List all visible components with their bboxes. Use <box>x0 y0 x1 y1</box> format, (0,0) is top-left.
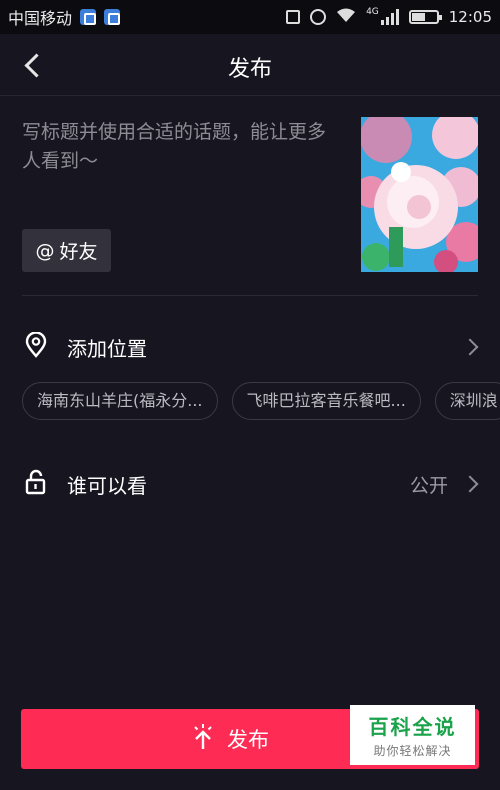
network-type: 4G <box>366 7 379 17</box>
watermark-sub-text: 助你轻松解决 <box>373 744 452 758</box>
location-suggestions: 海南东山羊庄(福永分... 飞啡巴拉客音乐餐吧... 深圳浪 <box>22 382 500 420</box>
vibrate-icon <box>286 10 301 24</box>
top-bar: 发布 <box>0 34 500 96</box>
location-chip[interactable]: 飞啡巴拉客音乐餐吧... <box>231 382 421 420</box>
watermark-main-text: 百科全说 <box>368 715 457 739</box>
chevron-right-icon <box>461 338 479 356</box>
watermark-logo: 百科全说 助你轻松解决 <box>350 705 475 765</box>
add-location-label: 添加位置 <box>67 336 147 361</box>
alarm-icon <box>310 9 327 25</box>
mention-friends-button[interactable]: @ 好友 <box>22 229 111 272</box>
publish-label: 发布 <box>227 728 269 752</box>
gallery-app-icon <box>104 9 121 25</box>
visibility-label: 谁可以看 <box>67 473 147 498</box>
carrier-label: 中国移动 <box>8 9 73 28</box>
unlock-icon <box>24 469 48 499</box>
location-pin-icon <box>24 331 48 362</box>
notification-app-icon <box>80 9 97 25</box>
sparkle-arrow-up-icon <box>191 723 215 755</box>
wifi-icon <box>336 7 356 27</box>
cover-image-roses[interactable] <box>361 117 478 272</box>
location-chip[interactable]: 深圳浪 <box>434 382 500 420</box>
clock-time: 12:05 <box>448 8 492 26</box>
visibility-value: 公开 <box>409 474 448 497</box>
battery-icon <box>408 10 442 24</box>
visibility-row[interactable]: 谁可以看 公开 <box>0 460 500 508</box>
status-bar: 中国移动 4G 12:05 <box>0 0 500 34</box>
add-location-row[interactable]: 添加位置 <box>0 323 500 371</box>
signal-icon <box>380 9 399 25</box>
location-chip[interactable]: 海南东山羊庄(福永分... <box>22 382 218 420</box>
section-divider <box>22 295 478 296</box>
page-title: 发布 <box>227 57 272 82</box>
chevron-right-icon <box>461 475 479 493</box>
at-icon: @ <box>35 239 55 262</box>
mention-friends-label: 好友 <box>59 241 98 263</box>
caption-input[interactable]: 写标题并使用合适的话题，能让更多人看到～ <box>22 118 342 176</box>
